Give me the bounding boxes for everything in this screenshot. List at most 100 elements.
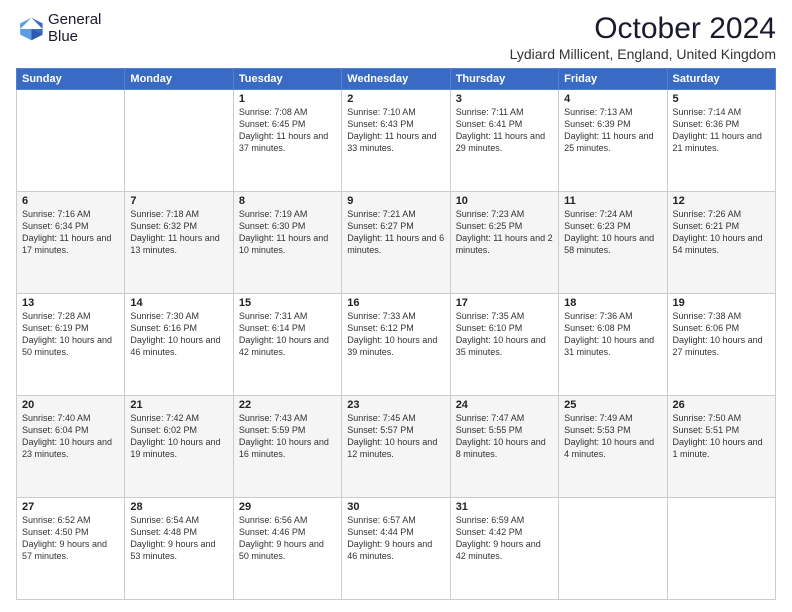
week-row-3: 20Sunrise: 7:40 AM Sunset: 6:04 PM Dayli… bbox=[17, 396, 776, 498]
cell-daylight-info: Sunrise: 6:52 AM Sunset: 4:50 PM Dayligh… bbox=[22, 514, 119, 563]
day-number: 6 bbox=[22, 195, 119, 207]
table-row: 28Sunrise: 6:54 AM Sunset: 4:48 PM Dayli… bbox=[125, 498, 233, 600]
cell-daylight-info: Sunrise: 7:19 AM Sunset: 6:30 PM Dayligh… bbox=[239, 208, 336, 257]
month-title: October 2024 bbox=[510, 12, 776, 46]
table-row: 25Sunrise: 7:49 AM Sunset: 5:53 PM Dayli… bbox=[559, 396, 667, 498]
cell-daylight-info: Sunrise: 7:30 AM Sunset: 6:16 PM Dayligh… bbox=[130, 310, 227, 359]
day-number: 10 bbox=[456, 195, 553, 207]
cell-daylight-info: Sunrise: 7:33 AM Sunset: 6:12 PM Dayligh… bbox=[347, 310, 444, 359]
table-row bbox=[125, 90, 233, 192]
location-subtitle: Lydiard Millicent, England, United Kingd… bbox=[510, 46, 776, 62]
day-number: 9 bbox=[347, 195, 444, 207]
day-number: 15 bbox=[239, 297, 336, 309]
cell-daylight-info: Sunrise: 7:36 AM Sunset: 6:08 PM Dayligh… bbox=[564, 310, 661, 359]
col-saturday: Saturday bbox=[667, 69, 775, 90]
day-number: 7 bbox=[130, 195, 227, 207]
day-number: 29 bbox=[239, 501, 336, 513]
page: General Blue October 2024 Lydiard Millic… bbox=[0, 0, 792, 612]
cell-daylight-info: Sunrise: 6:57 AM Sunset: 4:44 PM Dayligh… bbox=[347, 514, 444, 563]
day-number: 23 bbox=[347, 399, 444, 411]
day-number: 19 bbox=[673, 297, 770, 309]
table-row: 20Sunrise: 7:40 AM Sunset: 6:04 PM Dayli… bbox=[17, 396, 125, 498]
table-row: 12Sunrise: 7:26 AM Sunset: 6:21 PM Dayli… bbox=[667, 192, 775, 294]
day-number: 8 bbox=[239, 195, 336, 207]
table-row: 31Sunrise: 6:59 AM Sunset: 4:42 PM Dayli… bbox=[450, 498, 558, 600]
col-sunday: Sunday bbox=[17, 69, 125, 90]
day-number: 16 bbox=[347, 297, 444, 309]
cell-daylight-info: Sunrise: 7:10 AM Sunset: 6:43 PM Dayligh… bbox=[347, 106, 444, 155]
table-row: 19Sunrise: 7:38 AM Sunset: 6:06 PM Dayli… bbox=[667, 294, 775, 396]
table-row: 30Sunrise: 6:57 AM Sunset: 4:44 PM Dayli… bbox=[342, 498, 450, 600]
week-row-1: 6Sunrise: 7:16 AM Sunset: 6:34 PM Daylig… bbox=[17, 192, 776, 294]
table-row: 1Sunrise: 7:08 AM Sunset: 6:45 PM Daylig… bbox=[233, 90, 341, 192]
table-row: 9Sunrise: 7:21 AM Sunset: 6:27 PM Daylig… bbox=[342, 192, 450, 294]
cell-daylight-info: Sunrise: 7:40 AM Sunset: 6:04 PM Dayligh… bbox=[22, 412, 119, 461]
cell-daylight-info: Sunrise: 7:13 AM Sunset: 6:39 PM Dayligh… bbox=[564, 106, 661, 155]
cell-daylight-info: Sunrise: 7:21 AM Sunset: 6:27 PM Dayligh… bbox=[347, 208, 444, 257]
logo-line1: General bbox=[48, 12, 101, 29]
day-number: 3 bbox=[456, 93, 553, 105]
calendar-table: Sunday Monday Tuesday Wednesday Thursday… bbox=[16, 68, 776, 600]
day-number: 22 bbox=[239, 399, 336, 411]
cell-daylight-info: Sunrise: 7:47 AM Sunset: 5:55 PM Dayligh… bbox=[456, 412, 553, 461]
cell-daylight-info: Sunrise: 6:54 AM Sunset: 4:48 PM Dayligh… bbox=[130, 514, 227, 563]
day-number: 24 bbox=[456, 399, 553, 411]
table-row: 5Sunrise: 7:14 AM Sunset: 6:36 PM Daylig… bbox=[667, 90, 775, 192]
cell-daylight-info: Sunrise: 7:31 AM Sunset: 6:14 PM Dayligh… bbox=[239, 310, 336, 359]
title-block: October 2024 Lydiard Millicent, England,… bbox=[510, 12, 776, 62]
cell-daylight-info: Sunrise: 7:14 AM Sunset: 6:36 PM Dayligh… bbox=[673, 106, 770, 155]
table-row: 27Sunrise: 6:52 AM Sunset: 4:50 PM Dayli… bbox=[17, 498, 125, 600]
table-row: 23Sunrise: 7:45 AM Sunset: 5:57 PM Dayli… bbox=[342, 396, 450, 498]
cell-daylight-info: Sunrise: 7:23 AM Sunset: 6:25 PM Dayligh… bbox=[456, 208, 553, 257]
cell-daylight-info: Sunrise: 7:50 AM Sunset: 5:51 PM Dayligh… bbox=[673, 412, 770, 461]
table-row: 14Sunrise: 7:30 AM Sunset: 6:16 PM Dayli… bbox=[125, 294, 233, 396]
table-row: 16Sunrise: 7:33 AM Sunset: 6:12 PM Dayli… bbox=[342, 294, 450, 396]
cell-daylight-info: Sunrise: 7:38 AM Sunset: 6:06 PM Dayligh… bbox=[673, 310, 770, 359]
col-thursday: Thursday bbox=[450, 69, 558, 90]
day-number: 5 bbox=[673, 93, 770, 105]
day-number: 14 bbox=[130, 297, 227, 309]
cell-daylight-info: Sunrise: 7:49 AM Sunset: 5:53 PM Dayligh… bbox=[564, 412, 661, 461]
day-number: 21 bbox=[130, 399, 227, 411]
table-row: 3Sunrise: 7:11 AM Sunset: 6:41 PM Daylig… bbox=[450, 90, 558, 192]
logo-icon bbox=[16, 15, 44, 43]
day-number: 26 bbox=[673, 399, 770, 411]
day-number: 1 bbox=[239, 93, 336, 105]
week-row-4: 27Sunrise: 6:52 AM Sunset: 4:50 PM Dayli… bbox=[17, 498, 776, 600]
col-monday: Monday bbox=[125, 69, 233, 90]
cell-daylight-info: Sunrise: 7:35 AM Sunset: 6:10 PM Dayligh… bbox=[456, 310, 553, 359]
day-number: 20 bbox=[22, 399, 119, 411]
table-row: 17Sunrise: 7:35 AM Sunset: 6:10 PM Dayli… bbox=[450, 294, 558, 396]
calendar-header-row: Sunday Monday Tuesday Wednesday Thursday… bbox=[17, 69, 776, 90]
day-number: 13 bbox=[22, 297, 119, 309]
day-number: 31 bbox=[456, 501, 553, 513]
day-number: 18 bbox=[564, 297, 661, 309]
cell-daylight-info: Sunrise: 7:08 AM Sunset: 6:45 PM Dayligh… bbox=[239, 106, 336, 155]
cell-daylight-info: Sunrise: 7:42 AM Sunset: 6:02 PM Dayligh… bbox=[130, 412, 227, 461]
table-row: 29Sunrise: 6:56 AM Sunset: 4:46 PM Dayli… bbox=[233, 498, 341, 600]
table-row bbox=[559, 498, 667, 600]
cell-daylight-info: Sunrise: 6:59 AM Sunset: 4:42 PM Dayligh… bbox=[456, 514, 553, 563]
table-row: 4Sunrise: 7:13 AM Sunset: 6:39 PM Daylig… bbox=[559, 90, 667, 192]
day-number: 25 bbox=[564, 399, 661, 411]
cell-daylight-info: Sunrise: 6:56 AM Sunset: 4:46 PM Dayligh… bbox=[239, 514, 336, 563]
header: General Blue October 2024 Lydiard Millic… bbox=[16, 12, 776, 62]
cell-daylight-info: Sunrise: 7:28 AM Sunset: 6:19 PM Dayligh… bbox=[22, 310, 119, 359]
table-row: 6Sunrise: 7:16 AM Sunset: 6:34 PM Daylig… bbox=[17, 192, 125, 294]
week-row-2: 13Sunrise: 7:28 AM Sunset: 6:19 PM Dayli… bbox=[17, 294, 776, 396]
table-row: 10Sunrise: 7:23 AM Sunset: 6:25 PM Dayli… bbox=[450, 192, 558, 294]
table-row: 7Sunrise: 7:18 AM Sunset: 6:32 PM Daylig… bbox=[125, 192, 233, 294]
table-row: 15Sunrise: 7:31 AM Sunset: 6:14 PM Dayli… bbox=[233, 294, 341, 396]
day-number: 27 bbox=[22, 501, 119, 513]
col-friday: Friday bbox=[559, 69, 667, 90]
cell-daylight-info: Sunrise: 7:18 AM Sunset: 6:32 PM Dayligh… bbox=[130, 208, 227, 257]
table-row: 26Sunrise: 7:50 AM Sunset: 5:51 PM Dayli… bbox=[667, 396, 775, 498]
cell-daylight-info: Sunrise: 7:16 AM Sunset: 6:34 PM Dayligh… bbox=[22, 208, 119, 257]
table-row: 18Sunrise: 7:36 AM Sunset: 6:08 PM Dayli… bbox=[559, 294, 667, 396]
day-number: 30 bbox=[347, 501, 444, 513]
table-row: 13Sunrise: 7:28 AM Sunset: 6:19 PM Dayli… bbox=[17, 294, 125, 396]
table-row: 21Sunrise: 7:42 AM Sunset: 6:02 PM Dayli… bbox=[125, 396, 233, 498]
table-row: 8Sunrise: 7:19 AM Sunset: 6:30 PM Daylig… bbox=[233, 192, 341, 294]
table-row: 22Sunrise: 7:43 AM Sunset: 5:59 PM Dayli… bbox=[233, 396, 341, 498]
logo: General Blue bbox=[16, 12, 101, 45]
